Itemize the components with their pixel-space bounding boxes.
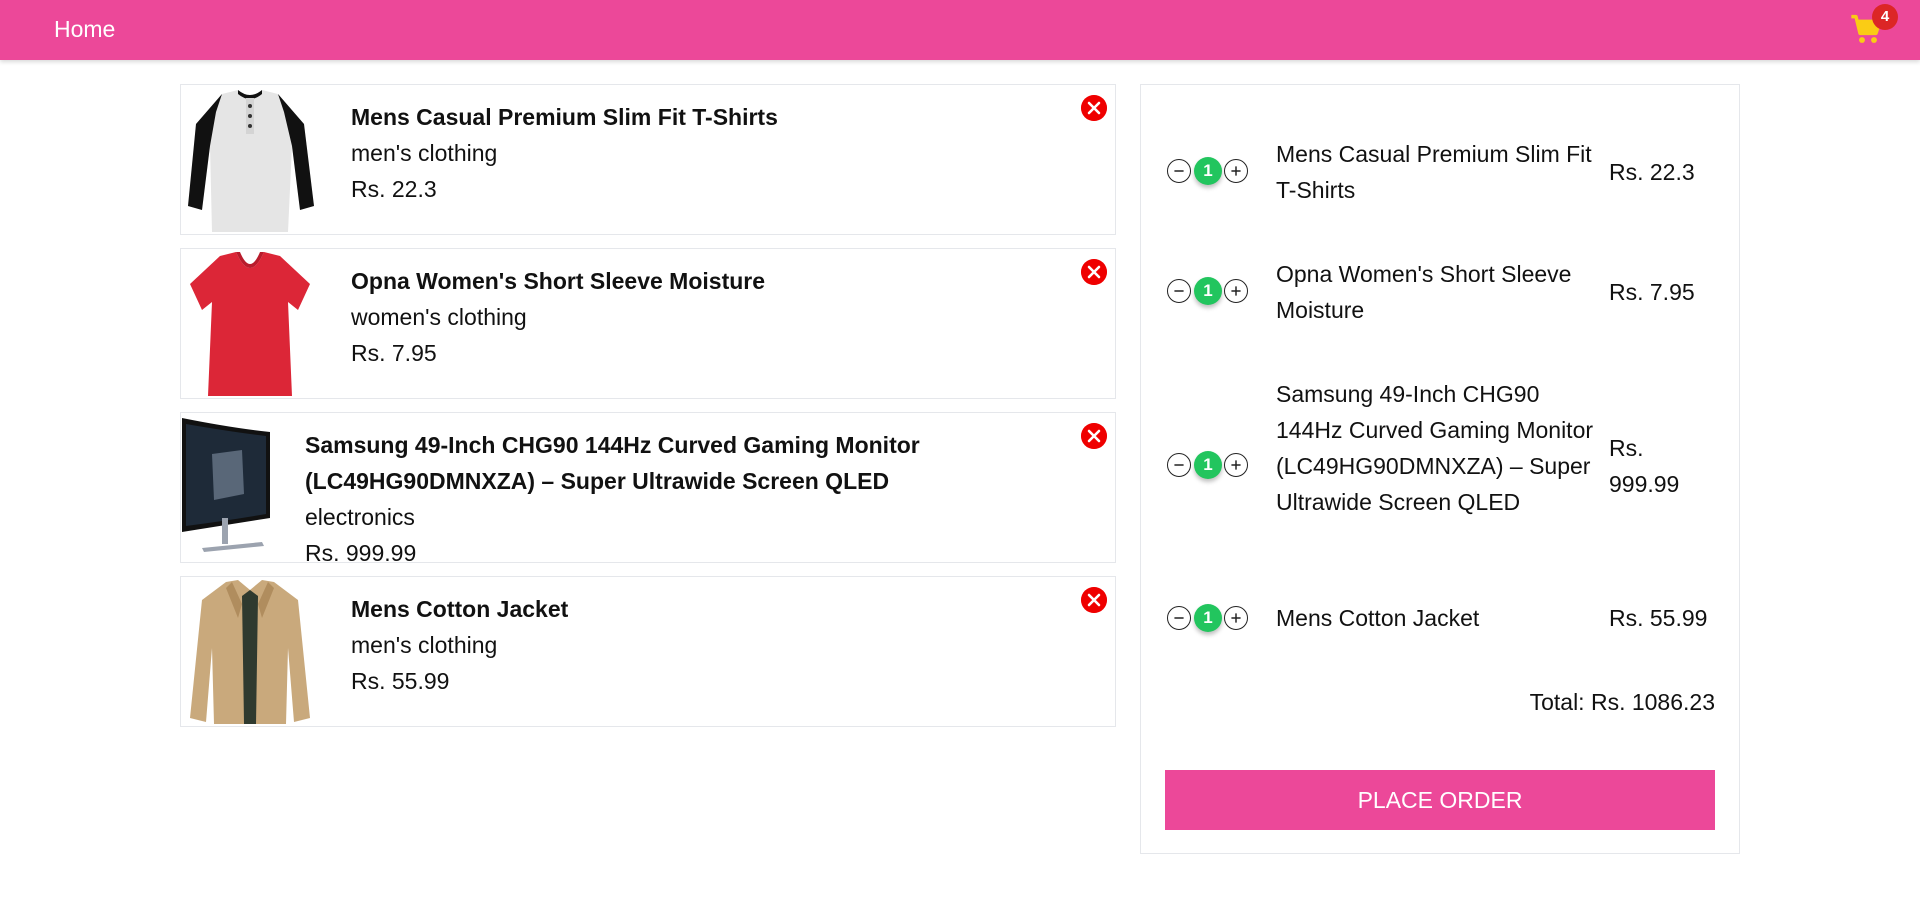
item-price: Rs. 22.3 bbox=[351, 176, 437, 202]
item-category: men's clothing bbox=[351, 632, 498, 658]
remove-item-icon[interactable] bbox=[1081, 587, 1107, 613]
quantity-value: 1 bbox=[1194, 604, 1222, 632]
quantity-value: 1 bbox=[1194, 157, 1222, 185]
item-price: Rs. 999.99 bbox=[305, 540, 417, 566]
item-title: Mens Cotton Jacket bbox=[351, 596, 569, 622]
cart-item: Mens Cotton Jacket men's clothing Rs. 55… bbox=[180, 576, 1116, 727]
quantity-stepper: 1 bbox=[1167, 156, 1253, 186]
quantity-stepper: 1 bbox=[1167, 603, 1253, 633]
summary-item-name: Samsung 49-Inch CHG90 144Hz Curved Gamin… bbox=[1276, 381, 1594, 515]
plus-icon[interactable] bbox=[1224, 279, 1248, 303]
order-total: Total: Rs. 1086.23 bbox=[1529, 689, 1715, 715]
monitor-image bbox=[182, 414, 272, 561]
item-info: Mens Casual Premium Slim Fit T-Shirts me… bbox=[351, 99, 1055, 207]
jacket-image bbox=[182, 578, 318, 725]
item-info: Opna Women's Short Sleeve Moisture women… bbox=[351, 263, 1055, 371]
remove-item-icon[interactable] bbox=[1081, 95, 1107, 121]
summary-item-name: Mens Cotton Jacket bbox=[1276, 605, 1480, 631]
plus-icon[interactable] bbox=[1224, 606, 1248, 630]
cart-item: Samsung 49-Inch CHG90 144Hz Curved Gamin… bbox=[180, 412, 1116, 566]
cart-item: Mens Casual Premium Slim Fit T-Shirts me… bbox=[180, 84, 1116, 235]
home-link[interactable]: Home bbox=[54, 16, 115, 43]
cart-item: Opna Women's Short Sleeve Moisture women… bbox=[180, 248, 1116, 399]
item-price: Rs. 7.95 bbox=[351, 340, 437, 366]
minus-icon[interactable] bbox=[1167, 606, 1191, 630]
red-shirt-image bbox=[182, 250, 318, 397]
quantity-value: 1 bbox=[1194, 277, 1222, 305]
item-price: Rs. 55.99 bbox=[351, 668, 450, 694]
item-title: Opna Women's Short Sleeve Moisture bbox=[351, 268, 766, 294]
tshirt-image bbox=[182, 86, 318, 233]
summary-item-name: Opna Women's Short Sleeve Moisture bbox=[1276, 261, 1572, 323]
order-summary: 1 Mens Casual Premium Slim Fit T-Shirts … bbox=[1140, 84, 1740, 854]
item-title: Mens Casual Premium Slim Fit T-Shirts bbox=[351, 104, 778, 130]
quantity-stepper: 1 bbox=[1167, 450, 1253, 480]
summary-item-price: Rs. 999.99 bbox=[1609, 435, 1680, 497]
summary-item-name: Mens Casual Premium Slim Fit T-Shirts bbox=[1276, 141, 1592, 203]
remove-item-icon[interactable] bbox=[1081, 259, 1107, 285]
item-category: women's clothing bbox=[351, 304, 527, 330]
item-info: Samsung 49-Inch CHG90 144Hz Curved Gamin… bbox=[305, 427, 1055, 571]
item-title: Samsung 49-Inch CHG90 144Hz Curved Gamin… bbox=[305, 432, 920, 494]
plus-icon[interactable] bbox=[1224, 453, 1248, 477]
remove-item-icon[interactable] bbox=[1081, 423, 1107, 449]
cart-count-badge: 4 bbox=[1872, 4, 1898, 30]
navbar: Home 4 bbox=[0, 0, 1920, 60]
minus-icon[interactable] bbox=[1167, 279, 1191, 303]
minus-icon[interactable] bbox=[1167, 453, 1191, 477]
quantity-stepper: 1 bbox=[1167, 276, 1253, 306]
summary-item-price: Rs. 7.95 bbox=[1609, 279, 1695, 305]
place-order-button[interactable]: PLACE ORDER bbox=[1165, 770, 1715, 830]
minus-icon[interactable] bbox=[1167, 159, 1191, 183]
quantity-value: 1 bbox=[1194, 451, 1222, 479]
summary-item-price: Rs. 55.99 bbox=[1609, 605, 1708, 631]
plus-icon[interactable] bbox=[1224, 159, 1248, 183]
item-category: men's clothing bbox=[351, 140, 498, 166]
summary-item-price: Rs. 22.3 bbox=[1609, 159, 1695, 185]
item-info: Mens Cotton Jacket men's clothing Rs. 55… bbox=[351, 591, 1055, 699]
item-category: electronics bbox=[305, 504, 415, 530]
